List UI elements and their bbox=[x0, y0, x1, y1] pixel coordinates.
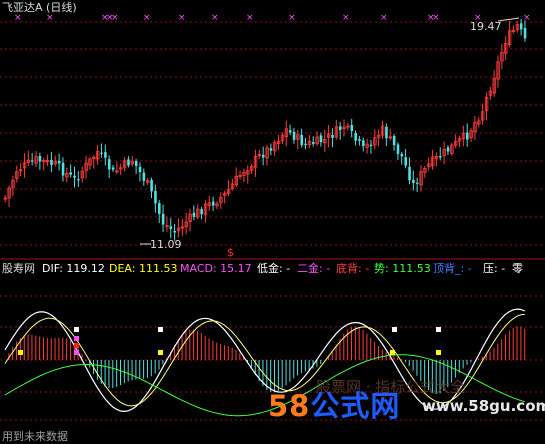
candle-body bbox=[50, 159, 53, 166]
high-price-label: 19.47 bbox=[470, 20, 502, 33]
candle-body bbox=[169, 226, 173, 229]
candle-body bbox=[300, 134, 304, 146]
signal-square bbox=[74, 343, 79, 348]
candle-body bbox=[396, 144, 400, 154]
buy-signal-marker: $ bbox=[227, 246, 234, 259]
candle-body bbox=[338, 126, 342, 131]
candle-body bbox=[104, 152, 107, 158]
signal-mark: × bbox=[14, 13, 22, 23]
watermark-brand-text: 公式网 bbox=[310, 389, 401, 423]
candle-body bbox=[38, 156, 42, 162]
candle-body bbox=[319, 135, 323, 143]
candle-body bbox=[439, 155, 442, 158]
candle-body bbox=[192, 212, 196, 217]
macd-value: MACD: 15.17 bbox=[180, 262, 252, 275]
pressure-value: 压: - bbox=[483, 262, 506, 275]
candle-body bbox=[288, 130, 292, 133]
future-data-note: 用到未来数据 bbox=[2, 430, 68, 443]
watermark-brand-number: 58 bbox=[268, 389, 311, 423]
bottom-div-value: 底背: - bbox=[336, 262, 370, 275]
trend-value: 势: 111.53 bbox=[374, 262, 431, 275]
chart-window: × × × × × × × × × × × × × × × × 19.47 11.09 $ 飞亚达A (日线) 股寿… bbox=[0, 0, 545, 443]
candle-body bbox=[57, 161, 61, 164]
dea-value: DEA: 111.53 bbox=[109, 262, 178, 275]
candle-body bbox=[211, 201, 215, 206]
signal-square bbox=[74, 327, 79, 332]
watermark-logo: 58公式网 bbox=[268, 383, 400, 425]
indicator-name: 股寿网 bbox=[2, 262, 35, 275]
candle-body bbox=[107, 159, 111, 170]
candle-body bbox=[304, 143, 307, 145]
candle-body bbox=[142, 172, 146, 181]
signal-mark: × bbox=[288, 13, 296, 23]
signal-square bbox=[436, 350, 441, 355]
stock-title: 飞亚达A (日线) bbox=[2, 1, 77, 14]
candle-body bbox=[30, 160, 34, 162]
candle-body bbox=[261, 154, 265, 158]
candle-body bbox=[331, 134, 334, 138]
candle-body bbox=[269, 148, 273, 151]
signal-square bbox=[74, 336, 79, 341]
zero-value: 零 bbox=[512, 262, 523, 275]
candle-body bbox=[161, 213, 165, 225]
candle-body bbox=[358, 139, 361, 142]
candle-body bbox=[69, 172, 73, 175]
signal-square bbox=[18, 350, 23, 355]
signal-square bbox=[392, 327, 397, 332]
signal-mark: × bbox=[178, 13, 186, 23]
signal-mark: × bbox=[46, 13, 54, 23]
candle-body bbox=[200, 209, 203, 215]
candle-body bbox=[412, 179, 415, 184]
top-div-value: 顶背_: - bbox=[433, 262, 472, 275]
signal-square bbox=[158, 350, 163, 355]
signal-mark: × bbox=[143, 13, 151, 23]
candle-body bbox=[138, 166, 142, 173]
candle-body bbox=[392, 135, 396, 146]
candle-body bbox=[292, 131, 296, 140]
candle-body bbox=[404, 157, 407, 166]
candle-body bbox=[150, 179, 153, 192]
candle-body bbox=[350, 124, 354, 132]
candle-body bbox=[73, 175, 76, 178]
indicator-value-bar: 股寿网 DIF: 119.12 DEA: 111.53 MACD: 15.17 … bbox=[0, 261, 545, 276]
signal-mark: × bbox=[342, 13, 350, 23]
candle-body bbox=[369, 144, 373, 147]
candle-body bbox=[519, 23, 523, 30]
candle-body bbox=[466, 132, 469, 140]
candle-body bbox=[415, 182, 419, 184]
second-gold-value: 二金: - bbox=[297, 262, 331, 275]
candle-body bbox=[127, 159, 130, 166]
signal-square bbox=[436, 327, 441, 332]
candle-body bbox=[400, 154, 404, 157]
candle-body bbox=[111, 167, 115, 170]
dif-value: DIF: 119.12 bbox=[42, 262, 105, 275]
candle-body bbox=[385, 126, 388, 139]
signal-square bbox=[158, 327, 163, 332]
candle-body bbox=[77, 179, 80, 181]
watermark-url: www.58gu.com bbox=[422, 397, 545, 415]
low-price-label: 11.09 bbox=[150, 238, 182, 251]
candle-body bbox=[134, 160, 138, 167]
signal-mark: × bbox=[380, 13, 388, 23]
candle-body bbox=[173, 230, 176, 233]
candle-body bbox=[408, 166, 411, 181]
candle-body bbox=[100, 152, 103, 154]
candle-body bbox=[61, 162, 65, 176]
low-gold-value: 低金: - bbox=[257, 262, 291, 275]
signal-mark: × bbox=[211, 13, 219, 23]
signal-mark: × bbox=[246, 13, 254, 23]
candle-body bbox=[154, 190, 157, 204]
candle-body bbox=[446, 147, 450, 152]
signal-mark: × bbox=[523, 13, 531, 23]
signal-square bbox=[74, 350, 79, 355]
signal-mark: × bbox=[111, 13, 119, 23]
signal-mark: × bbox=[432, 13, 440, 23]
candle-body bbox=[158, 203, 161, 214]
signal-square bbox=[390, 350, 395, 355]
candle-body bbox=[362, 140, 365, 147]
candle-body bbox=[312, 142, 315, 144]
candle-body bbox=[523, 27, 527, 39]
candle-body bbox=[354, 132, 357, 141]
